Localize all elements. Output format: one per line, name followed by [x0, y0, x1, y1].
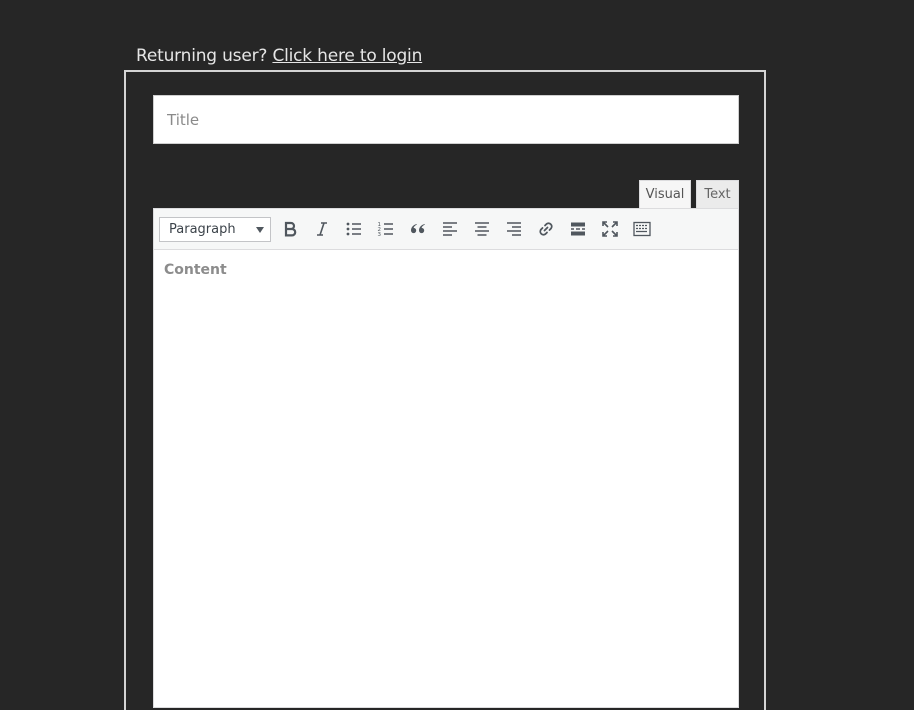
- content-placeholder: Content: [164, 262, 227, 278]
- align-right-button[interactable]: [502, 218, 526, 240]
- login-link[interactable]: Click here to login: [272, 46, 422, 66]
- tab-visual[interactable]: Visual: [639, 180, 691, 209]
- align-center-icon: [475, 222, 489, 236]
- toolbar-toggle-icon: [633, 221, 651, 237]
- numbered-list-icon: 1 2 3: [378, 222, 393, 238]
- insert-link-button[interactable]: [534, 218, 558, 240]
- align-right-icon: [507, 222, 521, 236]
- format-select-value: Paragraph: [169, 222, 236, 237]
- align-left-icon: [443, 222, 457, 236]
- read-more-button[interactable]: [566, 218, 590, 240]
- fullscreen-button[interactable]: [598, 218, 622, 240]
- tab-text[interactable]: Text: [696, 180, 739, 209]
- chevron-down-icon: [256, 227, 264, 233]
- bold-icon: [284, 221, 297, 237]
- format-select[interactable]: Paragraph: [159, 217, 271, 242]
- fullscreen-icon: [602, 221, 618, 237]
- numbered-list-button[interactable]: 1 2 3: [374, 218, 398, 240]
- bulleted-list-button[interactable]: [342, 218, 366, 240]
- bulleted-list-icon: [346, 222, 361, 236]
- align-center-button[interactable]: [470, 218, 494, 240]
- toolbar-toggle-button[interactable]: [630, 218, 654, 240]
- login-prompt: Returning user? Click here to login: [136, 45, 422, 67]
- link-icon: [539, 222, 553, 236]
- title-input[interactable]: [153, 95, 739, 144]
- align-left-button[interactable]: [438, 218, 462, 240]
- content-textarea[interactable]: Content: [154, 250, 738, 707]
- bold-button[interactable]: [278, 218, 302, 240]
- blockquote-icon: [411, 224, 425, 234]
- blockquote-button[interactable]: [406, 218, 430, 240]
- italic-button[interactable]: [310, 218, 334, 240]
- svg-text:3: 3: [378, 232, 382, 238]
- read-more-icon: [571, 222, 585, 236]
- login-prompt-text: Returning user?: [136, 46, 268, 66]
- italic-icon: [317, 222, 327, 236]
- content-editor: Paragraph 1 2 3 Content: [153, 208, 739, 708]
- editor-toolbar: Paragraph 1 2 3: [154, 209, 738, 250]
